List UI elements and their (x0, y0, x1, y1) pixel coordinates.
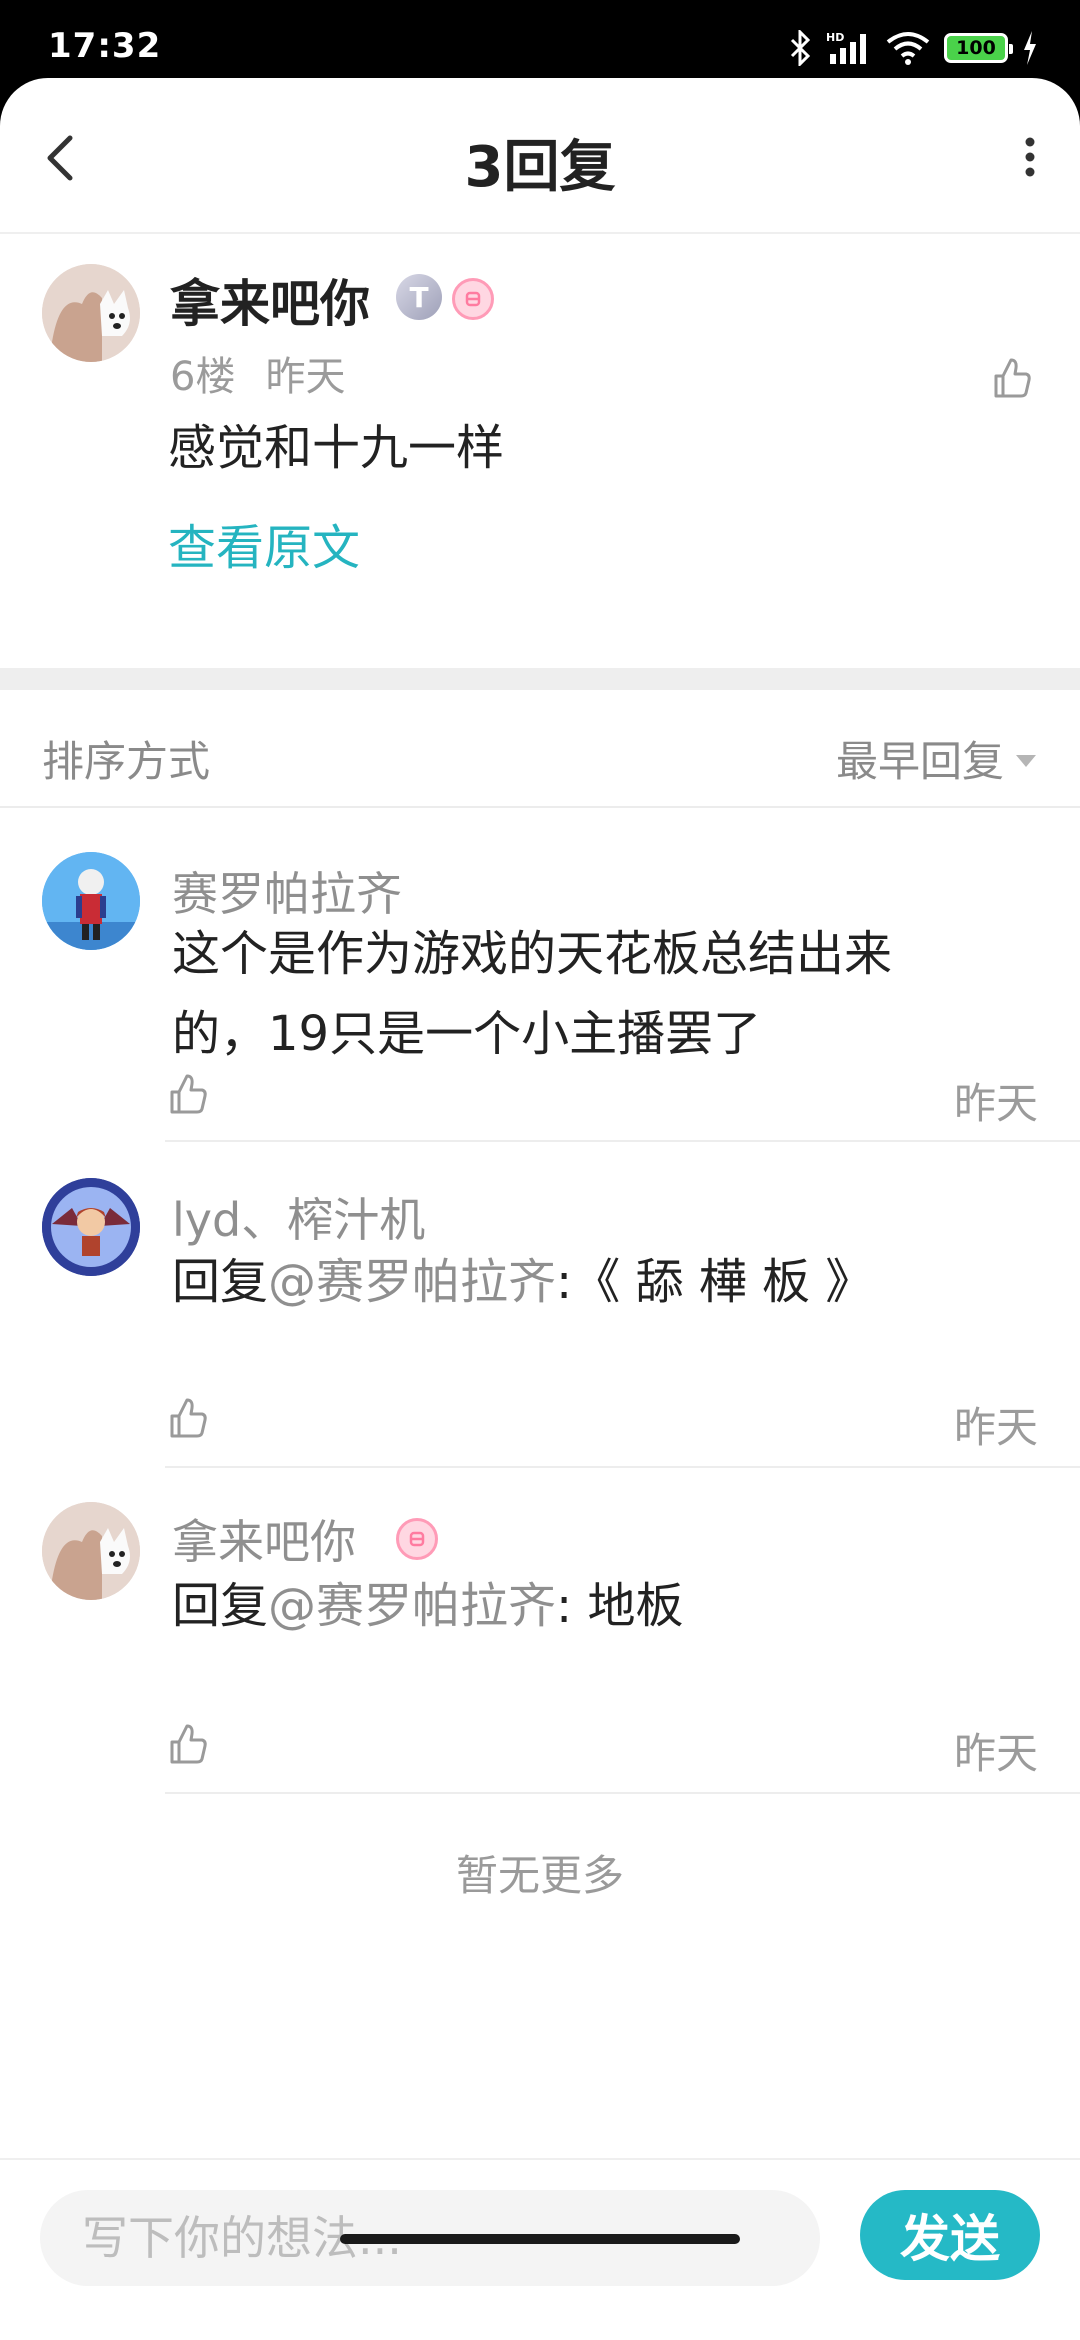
list-item: 赛罗帕拉齐 这个是作为游戏的天花板总结出来 的，19只是一个小主播罢了 昨天 (0, 810, 1080, 1142)
reply-author[interactable]: lyd、榨汁机 (172, 1184, 425, 1250)
send-button[interactable]: 发送 (860, 2190, 1040, 2280)
reply-prefix: 回复 (172, 1254, 269, 1310)
no-more-label: 暂无更多 (455, 1851, 624, 1900)
more-button[interactable] (1020, 130, 1040, 184)
section-divider (0, 668, 1080, 690)
like-button[interactable] (168, 1396, 208, 1440)
avatar[interactable] (42, 852, 140, 950)
battery-icon: 100 (944, 33, 1013, 63)
sort-dropdown[interactable]: 最早回复 (836, 728, 1036, 789)
svg-text:HD: HD (826, 31, 844, 44)
reply-content: 回复@赛罗帕拉齐: 地板 (172, 1566, 1012, 1646)
author-avatar-image (42, 264, 140, 362)
reply-avatar-image (42, 1178, 140, 1276)
avatar[interactable] (42, 1502, 140, 1600)
level-badge: T (396, 274, 442, 320)
reply-content: 这个是作为游戏的天花板总结出来 的，19只是一个小主播罢了 (172, 914, 1012, 1074)
caret-down-icon (1016, 754, 1036, 767)
reply-avatar-image (42, 852, 140, 950)
avatar[interactable] (42, 1178, 140, 1276)
list-item: lyd、榨汁机 回复@赛罗帕拉齐:《 舔 樺 板 》 昨天 (0, 1140, 1080, 1468)
reply-time: 昨天 (953, 1403, 1038, 1452)
reply-time: 昨天 (953, 1729, 1038, 1778)
thumbs-up-icon (170, 1074, 207, 1114)
reply-author[interactable]: 拿来吧你 (172, 1506, 356, 1572)
like-button[interactable] (992, 356, 1032, 400)
reply-time: 昨天 (953, 1079, 1038, 1128)
reply-content-line: 这个是作为游戏的天花板总结出来 (172, 926, 893, 982)
like-button[interactable] (168, 1072, 208, 1116)
mention-link[interactable]: @赛罗帕拉齐 (268, 1578, 556, 1634)
like-button[interactable] (168, 1722, 208, 1766)
badge-mark-icon (465, 291, 481, 307)
reply-content-line: 的，19只是一个小主播罢了 (172, 1006, 762, 1062)
page-title: 3回复 (464, 135, 616, 200)
avatar[interactable] (42, 264, 140, 362)
main-post: 拿来吧你 T 6楼 昨天 感觉和十九一样 查看原文 (0, 236, 1080, 576)
sort-bar: 排序方式 最早回复 (0, 690, 1080, 808)
reply-content: 回复@赛罗帕拉齐:《 舔 樺 板 》 (172, 1242, 1012, 1322)
floor-number: 6楼 (170, 354, 236, 400)
fan-badge-icon (396, 1518, 438, 1560)
reply-sheet: 3回复 拿来吧你 T 6楼 昨天 感觉和十九一样 查看原文 排序方式 最早回复 … (0, 78, 1080, 2340)
list-item: 拿来吧你 回复@赛罗帕拉齐: 地板 昨天 (0, 1466, 1080, 1794)
status-icons: HD 100 (788, 26, 1038, 70)
wifi-icon (886, 32, 930, 65)
home-indicator (340, 2234, 740, 2244)
badge-mark-icon (409, 1531, 425, 1547)
reply-avatar-image (42, 1502, 140, 1600)
header: 3回复 (0, 78, 1080, 234)
reply-body: :《 舔 樺 板 》 (556, 1254, 874, 1310)
thumbs-up-icon (170, 1398, 207, 1438)
reply-prefix: 回复 (172, 1578, 269, 1634)
thumbs-up-icon (170, 1724, 207, 1764)
post-content: 感觉和十九一样 (168, 420, 505, 476)
sort-selected: 最早回复 (835, 737, 1004, 786)
fan-badge-icon (452, 278, 494, 320)
thumbs-up-icon (994, 358, 1031, 398)
post-time: 昨天 (265, 354, 346, 400)
status-time: 17:32 (48, 26, 162, 66)
signal-icon: HD (826, 31, 866, 64)
view-original-link[interactable]: 查看原文 (168, 508, 360, 578)
author-name[interactable]: 拿来吧你 (170, 264, 370, 336)
composer-bar: 发送 (0, 2158, 1080, 2308)
reply-body: : 地板 (556, 1578, 684, 1634)
more-vertical-icon (1025, 137, 1035, 177)
sort-label: 排序方式 (42, 737, 211, 786)
post-meta: 6楼 昨天 (170, 344, 345, 402)
bluetooth-icon (790, 30, 811, 66)
reply-divider (165, 1792, 1080, 1794)
mention-link[interactable]: @赛罗帕拉齐 (268, 1254, 556, 1310)
charging-icon (1024, 31, 1036, 65)
